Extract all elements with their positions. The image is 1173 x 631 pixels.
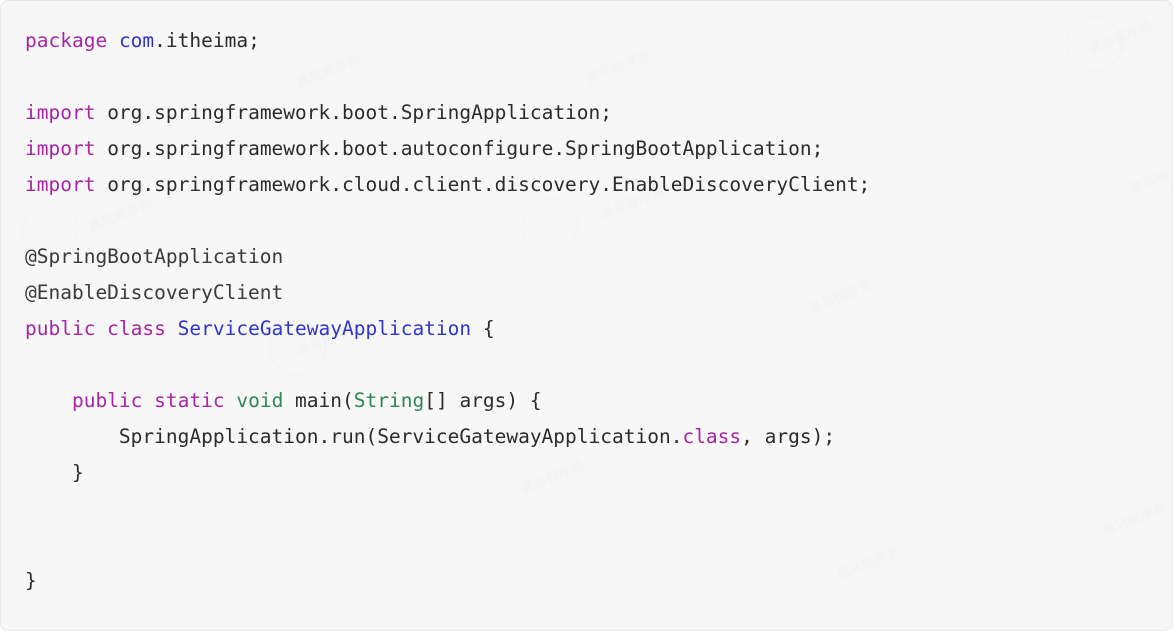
code-line: } (25, 563, 1148, 599)
code-token-keyword: package (25, 29, 108, 52)
code-token-plain: SpringApplication.run(ServiceGatewayAppl… (25, 425, 683, 448)
code-line: public static void main(String[] args) { (25, 383, 1148, 419)
code-token-keyword: import (25, 173, 96, 196)
code-line: import org.springframework.boot.autoconf… (25, 131, 1148, 167)
code-line: public class ServiceGatewayApplication { (25, 311, 1148, 347)
code-token-keyword: class (682, 425, 742, 448)
code-token-keyword: public class (25, 317, 166, 340)
code-line: import org.springframework.cloud.client.… (25, 167, 1148, 203)
code-line: @SpringBootApplication (25, 239, 1148, 275)
code-token-plain: { (471, 317, 495, 340)
code-token-plain: org.springframework.cloud.client.discove… (95, 173, 871, 196)
code-line: import org.springframework.boot.SpringAp… (25, 95, 1148, 131)
code-token-plain: .itheima; (154, 29, 260, 52)
code-token-plain: } (25, 461, 84, 484)
code-snippet-block: 黑马程序员itheima.com黑马程序员itheima.com黑马程序员ith… (0, 0, 1173, 631)
code-token-keyword: import (25, 101, 96, 124)
code-token-keyword: public static (71, 389, 225, 412)
code-token-keyword: import (25, 137, 96, 160)
code-token-annot: @SpringBootApplication (25, 245, 284, 268)
code-token-class: ServiceGatewayApplication (177, 317, 472, 340)
code-line: package com.itheima; (25, 23, 1148, 59)
code-token-plain: } (25, 569, 37, 592)
code-token-plain: main( (283, 389, 354, 412)
code-scroll-area[interactable]: package com.itheima; import org.springfr… (1, 1, 1172, 630)
code-line: @EnableDiscoveryClient (25, 275, 1148, 311)
code-token-plain: org.springframework.boot.SpringApplicati… (95, 101, 613, 124)
java-source-code[interactable]: package com.itheima; import org.springfr… (25, 23, 1148, 599)
code-line: } (25, 455, 1148, 491)
code-token-type: String (353, 389, 425, 412)
code-token-pkg: com (118, 29, 155, 52)
code-token-plain: org.springframework.boot.autoconfigure.S… (95, 137, 824, 160)
code-token-type: void (236, 389, 284, 412)
code-token-annot: @EnableDiscoveryClient (25, 281, 284, 304)
code-token-plain: , args); (741, 425, 836, 448)
code-token-plain: [] args) { (424, 389, 542, 412)
code-line: SpringApplication.run(ServiceGatewayAppl… (25, 419, 1148, 455)
